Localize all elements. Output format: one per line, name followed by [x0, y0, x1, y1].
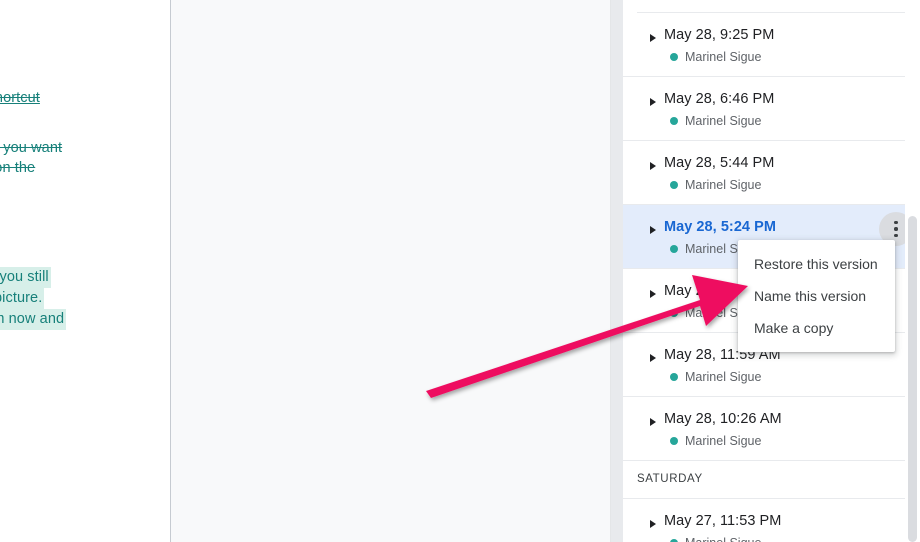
user-color-dot-icon [670, 181, 678, 189]
vertical-scrollbar-thumb[interactable] [908, 216, 917, 542]
version-row[interactable]: May 28, 5:44 PM Marinel Sigue [623, 141, 920, 205]
version-author-name: Marinel Sigue [685, 434, 762, 448]
document-text-line-highlighted: s you still [0, 267, 51, 288]
kebab-dot-icon [894, 227, 898, 231]
document-text-line-highlighted: picture. [0, 288, 45, 309]
kebab-dot-icon [894, 233, 898, 238]
document-text-line: nsion you want [0, 140, 63, 156]
version-timestamp: May 27, 11:53 PM [664, 513, 782, 529]
screen: oard shortcut nsion you want g on the s … [0, 0, 920, 542]
menu-item-name-this-version[interactable]: Name this version [738, 280, 895, 312]
user-color-dot-icon [670, 117, 678, 125]
user-color-dot-icon [670, 309, 678, 317]
user-color-dot-icon [670, 245, 678, 253]
version-author-name: Marinel Sigue [685, 535, 761, 542]
expand-caret-icon[interactable] [650, 290, 656, 298]
document-text-line: oard shortcut [0, 90, 40, 106]
version-author: Marinel Sigue [670, 49, 920, 65]
version-author: Marinel Sigue [670, 177, 920, 193]
version-timestamp: May 28, 9:25 PM [664, 27, 775, 43]
expand-caret-icon[interactable] [650, 418, 656, 426]
document-page[interactable]: oard shortcut nsion you want g on the s … [0, 0, 171, 542]
expand-caret-icon[interactable] [650, 162, 656, 170]
document-text-line: g on the [0, 160, 36, 176]
version-author: Marinel Sigue [670, 535, 920, 542]
version-author-name: Marinel Sigue [685, 114, 762, 128]
version-author-name: Marinel Sigue [685, 370, 762, 384]
version-timestamp: May 28, 10:26 AM [664, 411, 782, 427]
expand-caret-icon[interactable] [650, 354, 656, 362]
version-timestamp: May 28, 5:44 PM [664, 155, 775, 171]
version-author: Marinel Sigue [670, 113, 920, 129]
version-author: Marinel Sigue [670, 433, 920, 449]
menu-item-make-a-copy[interactable]: Make a copy [738, 312, 895, 344]
version-row[interactable]: May 27, 11:53 PM Marinel Sigue [623, 499, 920, 542]
kebab-dot-icon [894, 220, 898, 225]
user-color-dot-icon [670, 437, 678, 445]
version-row[interactable]: May 28, 10:26 AM Marinel Sigue [623, 397, 920, 461]
user-color-dot-icon [670, 53, 678, 61]
editor-canvas-background [171, 0, 610, 542]
version-author-name: Marinel Sigue [685, 178, 762, 192]
version-author: Marinel Sigue [670, 369, 920, 385]
version-context-menu: Restore this version Name this version M… [738, 240, 895, 352]
expand-caret-icon[interactable] [650, 226, 656, 234]
user-color-dot-icon [670, 373, 678, 381]
day-section-header: SATURDAY [623, 461, 920, 499]
document-text-line-highlighted: hem now and [0, 309, 67, 330]
expand-caret-icon[interactable] [650, 34, 656, 42]
expand-caret-icon[interactable] [650, 98, 656, 106]
panel-left-gutter [611, 0, 623, 542]
menu-item-restore-this-version[interactable]: Restore this version [738, 248, 895, 280]
version-author-name: Marinel Sigue [685, 50, 762, 64]
expand-caret-icon[interactable] [650, 520, 656, 528]
version-row[interactable]: May 28, 6:46 PM Marinel Sigue [623, 77, 920, 141]
version-row[interactable]: May 28, 9:25 PM Marinel Sigue [623, 13, 920, 77]
version-timestamp: May 28, 6:46 PM [664, 91, 775, 107]
